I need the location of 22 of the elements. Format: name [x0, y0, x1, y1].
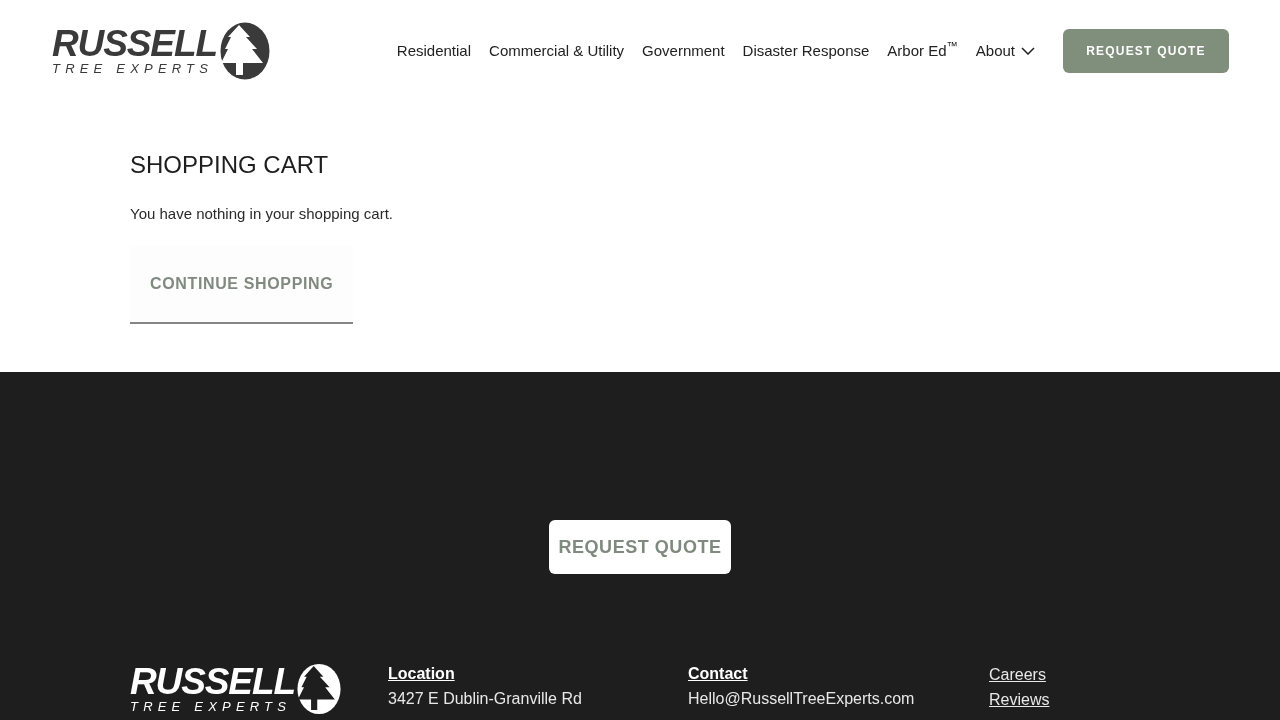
footer-heading-link[interactable]: Contact	[688, 662, 748, 686]
nav-link[interactable]: Commercial & Utility	[489, 39, 625, 63]
footer-text: Hello@RussellTreeExperts.com	[688, 689, 915, 709]
logo-wordmark: RUSSELL	[130, 664, 295, 700]
footer-link[interactable]: Careers	[989, 662, 1046, 687]
nav-link[interactable]: Disaster Response	[742, 39, 870, 63]
chevron-down-icon[interactable]	[1021, 47, 1035, 55]
logo-tagline: TREE EXPERTS	[130, 700, 293, 714]
tree-logo-icon	[296, 662, 341, 716]
nav-dropdown[interactable]: About	[975, 39, 1035, 63]
request-quote-button[interactable]: REQUEST QUOTE	[549, 520, 731, 574]
nav-link[interactable]: Government	[642, 39, 725, 63]
tree-logo-icon[interactable]	[219, 22, 270, 80]
empty-cart-message: You have nothing in your shopping cart.	[130, 204, 393, 224]
logo-wordmark[interactable]: RUSSELL	[52, 26, 217, 62]
footer-text: 3427 E Dublin-Granville Rd	[388, 689, 582, 709]
footer-heading-link[interactable]: Location	[388, 662, 455, 686]
nav-link[interactable]: Arbor Ed$^{™}$	[887, 39, 958, 63]
page-title: SHOPPING CART	[130, 150, 329, 180]
footer-link[interactable]: Reviews	[989, 687, 1050, 712]
logo-tagline[interactable]: TREE EXPERTS	[52, 62, 217, 76]
nav-link[interactable]: Residential	[396, 39, 472, 63]
